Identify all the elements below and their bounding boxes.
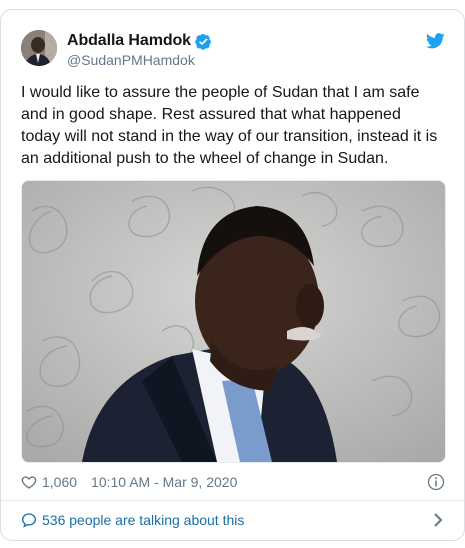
tweet-meta-row: 1,060 10:10 AM - Mar 9, 2020 [21, 471, 445, 493]
avatar[interactable] [21, 30, 57, 66]
twitter-bird-icon[interactable] [426, 33, 445, 49]
verified-badge-icon [195, 33, 211, 50]
divider [1, 500, 464, 501]
speech-bubble-icon [21, 513, 37, 528]
chevron-right-icon[interactable] [431, 512, 445, 528]
avatar-image [21, 30, 57, 66]
conversation-link[interactable]: 536 people are talking about this [21, 510, 445, 530]
author-handle[interactable]: @SudanPMHamdok [67, 52, 195, 68]
tweet-photo[interactable] [21, 180, 446, 463]
author-name-row[interactable]: Abdalla Hamdok [67, 32, 212, 50]
like-count[interactable]: 1,060 [42, 474, 77, 490]
photo-image [22, 181, 445, 462]
info-icon[interactable] [427, 473, 445, 491]
conversation-label[interactable]: 536 people are talking about this [42, 512, 244, 528]
tweet-text: I would like to assure the people of Sud… [21, 84, 438, 167]
tweet-timestamp[interactable]: 10:10 AM - Mar 9, 2020 [91, 474, 237, 490]
tweet-embed-card: Abdalla Hamdok @SudanPMHamdok I would li… [0, 9, 465, 541]
author-display-name[interactable]: Abdalla Hamdok [67, 32, 191, 50]
heart-icon[interactable] [21, 474, 37, 490]
